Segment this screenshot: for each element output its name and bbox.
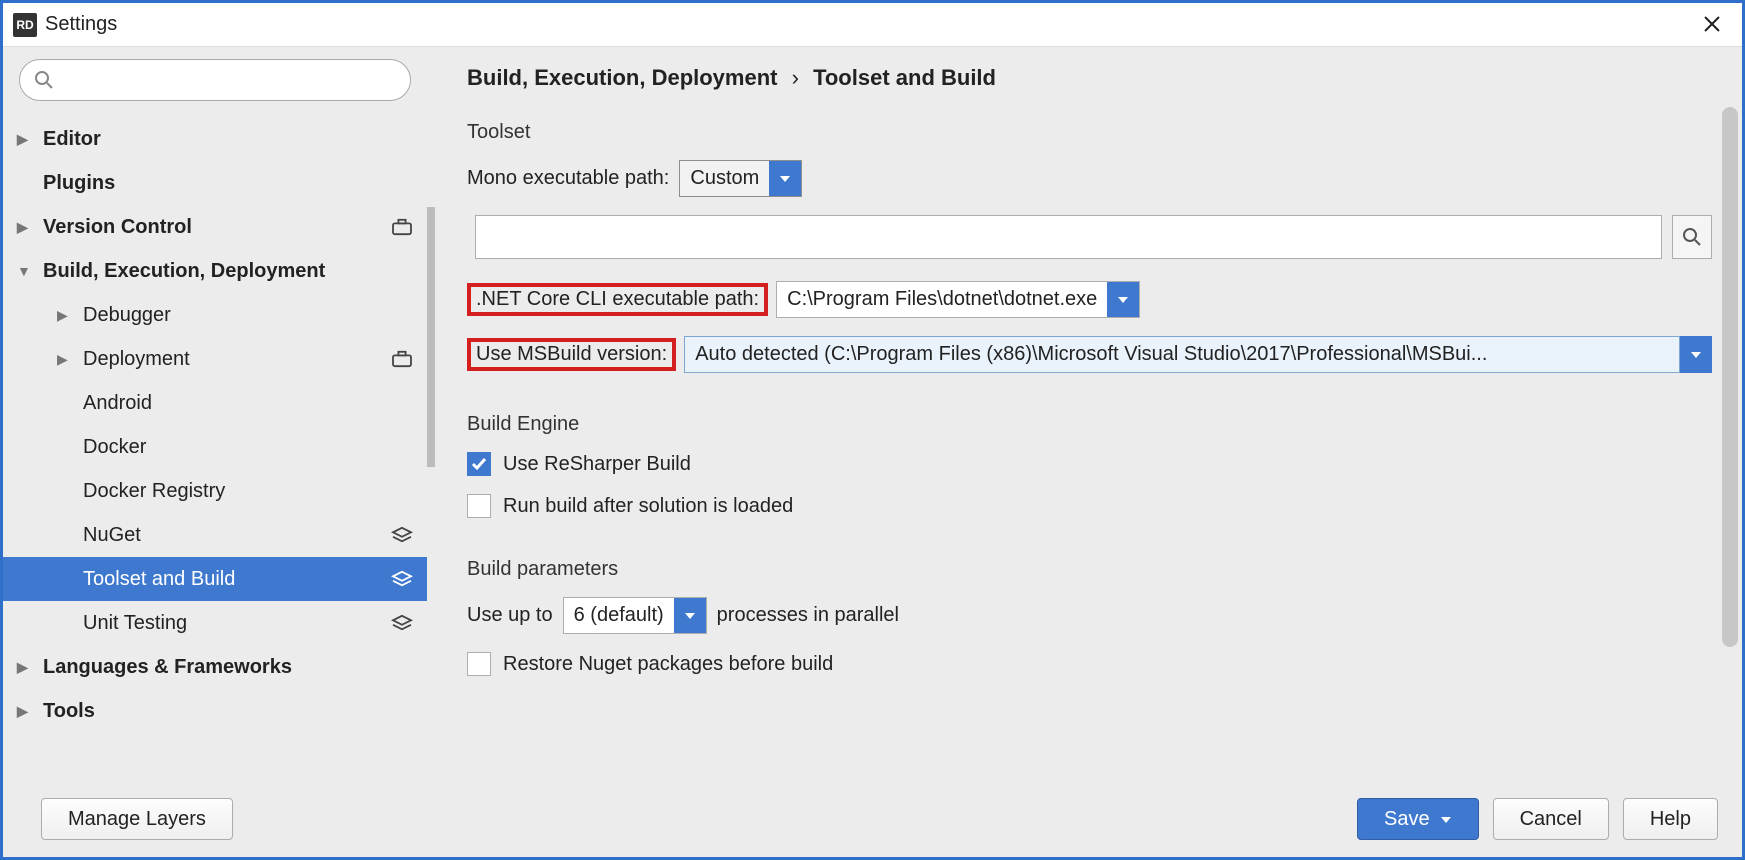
sidebar-item-docker[interactable]: Docker (3, 425, 427, 469)
use-up-to-label: Use up to (467, 604, 553, 627)
expand-icon: ▶ (17, 659, 37, 676)
manage-layers-button[interactable]: Manage Layers (41, 798, 233, 840)
titlebar: RD Settings (3, 3, 1742, 47)
sidebar-item-label: Unit Testing (83, 612, 391, 635)
sidebar-item-docker-registry[interactable]: Docker Registry (3, 469, 427, 513)
expand-icon: ▼ (17, 263, 37, 279)
mono-path-label: Mono executable path: (467, 167, 669, 190)
settings-tree: ▶ Editor Plugins ▶ Version Control ▼ Build, Ex… (3, 113, 427, 787)
search-icon (34, 70, 54, 90)
dialog-footer: Manage Layers Save Cancel Help (3, 781, 1742, 857)
save-button-label: Save (1384, 808, 1430, 831)
chevron-down-icon (769, 161, 801, 196)
browse-mono-button[interactable] (1672, 215, 1712, 259)
layers-icon (391, 570, 413, 588)
msbuild-value: Auto detected (C:\Program Files (x86)\Mi… (684, 336, 1680, 373)
breadcrumb: Build, Execution, Deployment › Toolset a… (467, 65, 1712, 91)
sidebar-item-languages-frameworks[interactable]: ▶ Languages & Frameworks (3, 645, 427, 689)
settings-content: Build, Execution, Deployment › Toolset a… (427, 47, 1742, 787)
sidebar-item-label: Tools (43, 700, 413, 723)
sidebar-item-label: Docker (83, 436, 413, 459)
sidebar-item-label: Toolset and Build (83, 568, 391, 591)
sidebar-item-label: Deployment (83, 348, 391, 371)
briefcase-icon (391, 350, 413, 368)
processes-suffix-label: processes in parallel (717, 604, 899, 627)
search-icon (1682, 227, 1702, 247)
sidebar-item-label: Android (83, 392, 413, 415)
breadcrumb-separator: › (792, 65, 799, 90)
sidebar-item-label: Plugins (43, 172, 413, 195)
save-button[interactable]: Save (1357, 798, 1479, 840)
sidebar-item-plugins[interactable]: Plugins (3, 161, 427, 205)
close-button[interactable] (1692, 9, 1732, 41)
cancel-button[interactable]: Cancel (1493, 798, 1609, 840)
sidebar-item-editor[interactable]: ▶ Editor (3, 117, 427, 161)
breadcrumb-group: Build, Execution, Deployment (467, 65, 777, 90)
sidebar-item-nuget[interactable]: NuGet (3, 513, 427, 557)
msbuild-label: Use MSBuild version: (467, 338, 676, 371)
mono-path-dropdown[interactable]: Custom (679, 160, 802, 197)
chevron-down-icon (674, 598, 706, 633)
restore-nuget-checkbox[interactable] (467, 652, 491, 676)
expand-icon: ▶ (57, 307, 77, 324)
dotnet-cli-dropdown[interactable]: C:\Program Files\dotnet\dotnet.exe (776, 281, 1140, 318)
expand-icon: ▶ (17, 703, 37, 720)
sidebar-item-version-control[interactable]: ▶ Version Control (3, 205, 427, 249)
mono-path-value: Custom (680, 161, 769, 196)
expand-icon: ▶ (17, 131, 37, 148)
app-logo: RD (13, 13, 37, 37)
mono-path-input[interactable] (475, 215, 1662, 259)
sidebar-item-build-execution-deployment[interactable]: ▼ Build, Execution, Deployment (3, 249, 427, 293)
chevron-down-icon (1440, 808, 1452, 831)
dotnet-cli-value: C:\Program Files\dotnet\dotnet.exe (777, 282, 1107, 317)
sidebar-item-android[interactable]: Android (3, 381, 427, 425)
sidebar-item-label: NuGet (83, 524, 391, 547)
breadcrumb-page: Toolset and Build (813, 65, 996, 90)
sidebar-item-label: Docker Registry (83, 480, 413, 503)
process-count-dropdown[interactable]: 6 (default) (563, 597, 707, 634)
run-after-load-label: Run build after solution is loaded (503, 495, 793, 518)
toolset-section-label: Toolset (467, 121, 1712, 144)
layers-icon (391, 614, 413, 632)
sidebar-item-label: Version Control (43, 216, 391, 239)
dotnet-cli-label: .NET Core CLI executable path: (467, 283, 768, 316)
sidebar-item-label: Languages & Frameworks (43, 656, 413, 679)
check-icon (471, 456, 487, 472)
sidebar-item-label: Build, Execution, Deployment (43, 260, 413, 283)
chevron-down-icon (1107, 282, 1139, 317)
use-resharper-label: Use ReSharper Build (503, 453, 691, 476)
help-button[interactable]: Help (1623, 798, 1718, 840)
build-params-section-label: Build parameters (467, 558, 1712, 581)
sidebar-item-tools[interactable]: ▶ Tools (3, 689, 427, 733)
layers-icon (391, 526, 413, 544)
expand-icon: ▶ (17, 219, 37, 236)
process-count-value: 6 (default) (564, 598, 674, 633)
window-title: Settings (45, 13, 117, 36)
sidebar-item-unit-testing[interactable]: Unit Testing (3, 601, 427, 645)
close-icon (1702, 14, 1722, 34)
use-resharper-checkbox[interactable] (467, 452, 491, 476)
sidebar-item-label: Debugger (83, 304, 413, 327)
expand-icon: ▶ (57, 351, 77, 368)
sidebar-item-deployment[interactable]: ▶ Deployment (3, 337, 427, 381)
content-scrollbar-right[interactable] (1722, 107, 1738, 747)
chevron-down-icon (1680, 336, 1712, 373)
build-engine-section-label: Build Engine (467, 413, 1712, 436)
msbuild-dropdown[interactable]: Auto detected (C:\Program Files (x86)\Mi… (684, 336, 1712, 373)
sidebar-item-toolset-and-build[interactable]: Toolset and Build (3, 557, 427, 601)
restore-nuget-label: Restore Nuget packages before build (503, 653, 833, 676)
content-scrollbar-left[interactable] (427, 207, 435, 467)
briefcase-icon (391, 218, 413, 236)
run-after-load-checkbox[interactable] (467, 494, 491, 518)
sidebar-item-label: Editor (43, 128, 413, 151)
sidebar-item-debugger[interactable]: ▶ Debugger (3, 293, 427, 337)
search-input[interactable] (19, 59, 411, 101)
settings-sidebar: ▶ Editor Plugins ▶ Version Control ▼ Build, Ex… (3, 47, 427, 787)
